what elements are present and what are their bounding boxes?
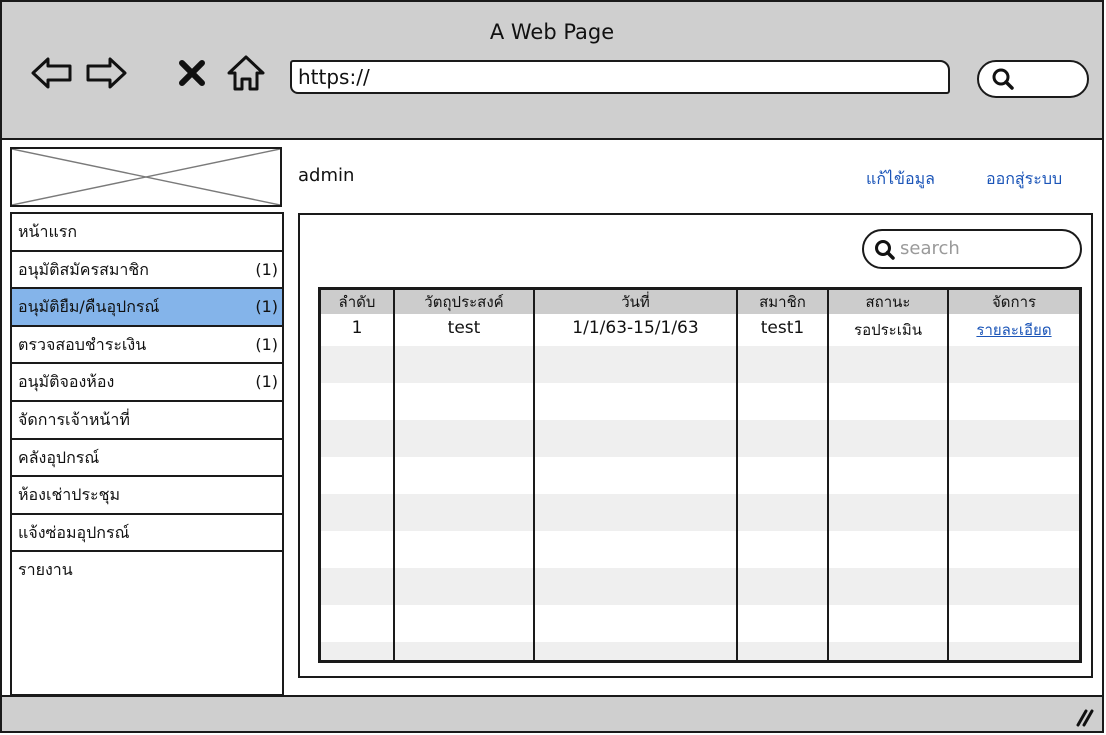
table-row-empty	[321, 568, 1079, 605]
sidebar-item-check-payment[interactable]: ตรวจสอบชำระเงิน (1)	[12, 327, 282, 365]
table-row-empty	[321, 642, 1079, 660]
resize-grip-icon[interactable]	[1072, 707, 1094, 727]
sidebar-item-label: อนุมัติยืม/คืนอุปกรณ์	[18, 297, 160, 317]
browser-status-bar	[2, 695, 1102, 731]
search-icon	[874, 239, 896, 261]
forward-arrow-icon[interactable]	[84, 54, 128, 92]
table-row-empty	[321, 346, 1079, 383]
browser-toolbar: A Web Page	[2, 2, 1102, 140]
sidebar-item-home[interactable]: หน้าแรก	[12, 214, 282, 252]
table-row-empty	[321, 383, 1079, 420]
column-header-date: วันที่	[533, 290, 737, 314]
table-row-empty	[321, 457, 1079, 494]
url-input[interactable]	[290, 60, 950, 94]
column-header-purpose: วัตถุประสงค์	[393, 290, 534, 314]
close-icon[interactable]	[174, 54, 210, 92]
browser-window: A Web Page หน้าแรก	[0, 0, 1104, 733]
cell-member: test1	[736, 314, 828, 346]
cell-status: รอประเมิน	[827, 314, 948, 346]
sidebar-item-manage-staff[interactable]: จัดการเจ้าหน้าที่	[12, 402, 282, 440]
sidebar-item-label: คลังอุปกรณ์	[18, 447, 100, 467]
column-header-status: สถานะ	[827, 290, 948, 314]
table-row-empty	[321, 605, 1079, 642]
main-panel: search ลำดับ วัตถุประสงค์ วันที่ สมาชิก …	[298, 213, 1093, 678]
column-header-member: สมาชิก	[736, 290, 828, 314]
sidebar-item-label: อนุมัติสมัครสมาชิก	[18, 259, 149, 279]
home-icon[interactable]	[224, 54, 268, 92]
requests-table: ลำดับ วัตถุประสงค์ วันที่ สมาชิก สถานะ จ…	[318, 287, 1082, 663]
cell-order: 1	[351, 318, 363, 338]
table-header-row: ลำดับ วัตถุประสงค์ วันที่ สมาชิก สถานะ จ…	[321, 290, 1079, 314]
page-title: A Web Page	[489, 20, 615, 44]
sidebar-menu: หน้าแรก อนุมัติสมัครสมาชิก (1) อนุมัติยื…	[10, 212, 284, 696]
username-label: admin	[298, 165, 355, 186]
search-input[interactable]: search	[862, 229, 1082, 269]
sidebar-item-count: (1)	[255, 259, 278, 279]
sidebar-item-report[interactable]: รายงาน	[12, 552, 282, 590]
column-header-order: ลำดับ	[321, 290, 394, 314]
sidebar-item-equipment-inventory[interactable]: คลังอุปกรณ์	[12, 440, 282, 478]
details-link[interactable]: รายละเอียด	[976, 321, 1051, 339]
sidebar-item-count: (1)	[255, 334, 278, 354]
sidebar-item-label: ตรวจสอบชำระเงิน	[18, 334, 147, 354]
sidebar-item-count: (1)	[255, 297, 278, 317]
column-header-manage: จัดการ	[947, 290, 1079, 314]
sidebar-item-count: (1)	[255, 372, 278, 392]
search-placeholder: search	[900, 238, 960, 259]
sidebar-item-label: รายงาน	[18, 560, 73, 580]
search-icon	[991, 67, 1015, 91]
table-row-empty	[321, 494, 1079, 531]
browser-search-input[interactable]	[977, 60, 1089, 98]
edit-profile-link[interactable]: แก้ไข้อมูล	[866, 167, 935, 192]
sidebar-item-approve-room-booking[interactable]: อนุมัติจองห้อง (1)	[12, 364, 282, 402]
sidebar-item-label: อนุมัติจองห้อง	[18, 372, 115, 392]
sidebar-item-repair-request[interactable]: แจ้งซ่อมอุปกรณ์	[12, 515, 282, 553]
sidebar-item-label: หน้าแรก	[18, 222, 78, 241]
sidebar-item-meeting-room-rental[interactable]: ห้องเช่าประชุม	[12, 477, 282, 515]
table-row: 1 test 1/1/63-15/1/63 test1 รอประเมิน รา…	[321, 314, 1079, 346]
sidebar-item-label: จัดการเจ้าหน้าที่	[18, 409, 130, 429]
sidebar-item-approve-borrow-return[interactable]: อนุมัติยืม/คืนอุปกรณ์ (1)	[12, 289, 282, 327]
logout-link[interactable]: ออกสู่ระบบ	[986, 167, 1062, 192]
cell-purpose: test	[393, 314, 534, 346]
cell-date: 1/1/63-15/1/63	[533, 314, 737, 346]
logo-placeholder	[10, 147, 282, 207]
table-row-empty	[321, 420, 1079, 457]
cell-manage: รายละเอียด	[947, 314, 1079, 346]
table-row-empty	[321, 531, 1079, 568]
back-arrow-icon[interactable]	[30, 54, 74, 92]
sidebar-item-label: ห้องเช่าประชุม	[18, 485, 121, 505]
sidebar-item-label: แจ้งซ่อมอุปกรณ์	[18, 522, 130, 542]
sidebar-item-approve-membership[interactable]: อนุมัติสมัครสมาชิก (1)	[12, 252, 282, 290]
